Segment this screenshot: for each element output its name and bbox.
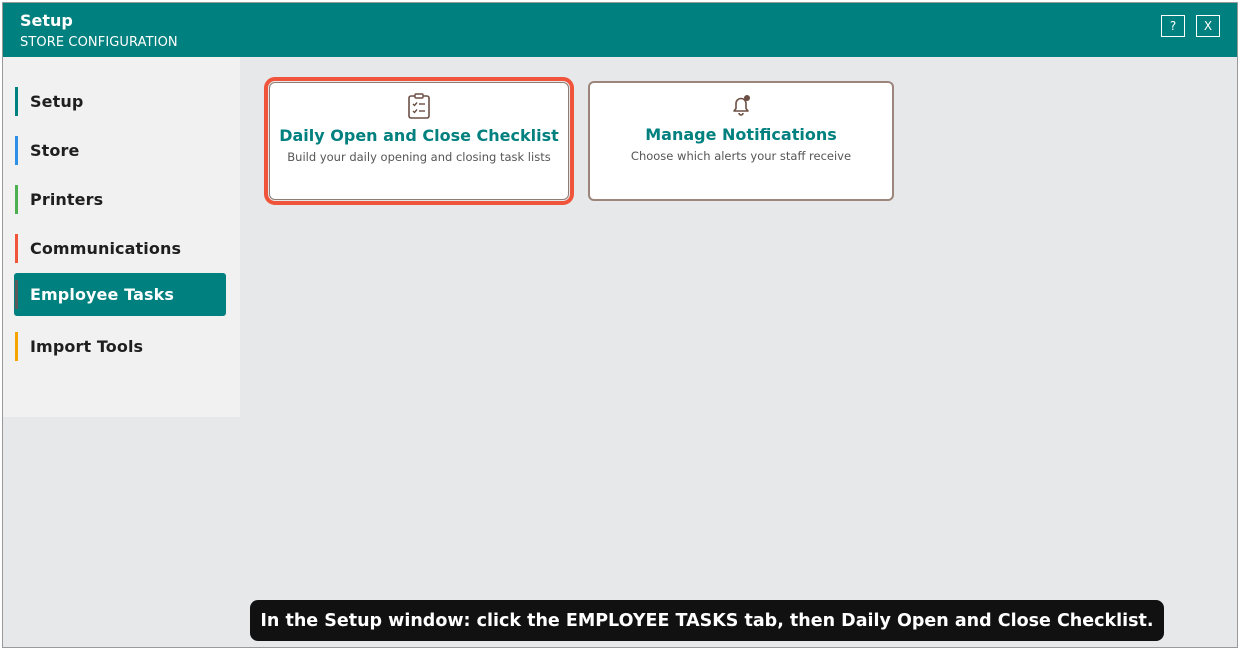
sidebar-item-color-bar [15, 136, 18, 165]
sidebar-item-label: Printers [30, 190, 104, 209]
sidebar-empty-area [3, 417, 240, 647]
title-bar: Setup STORE CONFIGURATION ? X [3, 3, 1237, 57]
help-button[interactable]: ? [1161, 15, 1185, 37]
sidebar-item-color-bar [15, 280, 18, 309]
sidebar-item-employee-tasks[interactable]: Employee Tasks [14, 273, 226, 316]
window-title: Setup [20, 11, 73, 30]
setup-window: Setup STORE CONFIGURATION ? X Setup Stor… [2, 2, 1238, 648]
sidebar-item-label: Employee Tasks [30, 285, 174, 304]
card-title: Daily Open and Close Checklist [279, 126, 559, 145]
daily-open-close-checklist-card[interactable]: Daily Open and Close Checklist Build you… [264, 77, 574, 205]
sidebar-item-color-bar [15, 87, 18, 116]
card-title: Manage Notifications [645, 125, 837, 144]
sidebar-item-color-bar [15, 332, 18, 361]
sidebar-item-label: Store [30, 141, 80, 160]
clipboard-checklist-icon [407, 93, 431, 124]
sidebar-item-label: Import Tools [30, 337, 144, 356]
sidebar-item-label: Setup [30, 92, 84, 111]
sidebar: Setup Store Printers Communications Empl… [3, 57, 240, 417]
bell-notification-icon [729, 93, 753, 122]
sidebar-item-printers[interactable]: Printers [14, 178, 226, 221]
sidebar-item-store[interactable]: Store [14, 129, 226, 172]
instruction-banner: In the Setup window: click the EMPLOYEE … [250, 600, 1164, 641]
sidebar-item-setup[interactable]: Setup [14, 80, 226, 123]
close-button[interactable]: X [1196, 15, 1220, 37]
card-description: Build your daily opening and closing tas… [287, 150, 551, 164]
manage-notifications-card[interactable]: Manage Notifications Choose which alerts… [588, 81, 894, 201]
window-subtitle: STORE CONFIGURATION [20, 35, 178, 50]
card-description: Choose which alerts your staff receive [630, 149, 852, 163]
sidebar-item-import-tools[interactable]: Import Tools [14, 325, 226, 368]
sidebar-item-communications[interactable]: Communications [14, 227, 226, 270]
sidebar-item-label: Communications [30, 239, 182, 258]
sidebar-item-color-bar [15, 234, 18, 263]
sidebar-item-color-bar [15, 185, 18, 214]
